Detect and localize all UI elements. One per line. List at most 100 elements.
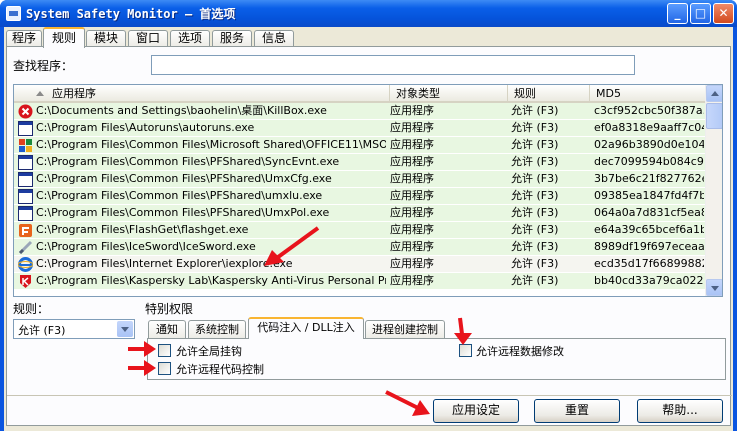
search-label: 查找程序：	[13, 59, 74, 73]
rule-select-value: 允许 (F3)	[18, 324, 66, 337]
cell-path: C:\Program Files\Common Files\Microsoft …	[36, 138, 386, 151]
cell-rule: 允许 (F3)	[511, 274, 559, 287]
column-header-rule[interactable]: 规则	[508, 85, 590, 103]
tab-code-injection[interactable]: 代码注入 / DLL注入	[248, 317, 364, 339]
cell-path: C:\Program Files\Kaspersky Lab\Kaspersky…	[36, 274, 386, 287]
permissions-panel: 允许全局挂钩 允许远程代码控制 允许远程数据修改	[147, 338, 726, 380]
tab-modules[interactable]: 模块	[86, 30, 126, 47]
cell-path: C:\Program Files\Common Files\PFShared\U…	[36, 172, 332, 185]
cell-rule: 允许 (F3)	[511, 257, 559, 270]
program-list[interactable]: 应用程序 对象类型 规则 MD5 C:\Documents and Settin…	[13, 84, 723, 297]
table-row[interactable]: C:\Program Files\IceSword\IceSword.exe 应用…	[14, 239, 706, 256]
table-row[interactable]: C:\Documents and Settings\baohelin\桌面\Ki…	[14, 103, 706, 120]
column-header-label: 应用程序	[52, 87, 96, 100]
column-header-application[interactable]: 应用程序	[14, 85, 390, 103]
list-scrollbar[interactable]	[705, 85, 722, 296]
scroll-up-button[interactable]	[706, 85, 722, 102]
global-hook-checkbox[interactable]	[158, 344, 171, 357]
tab-programs[interactable]: 程序	[6, 30, 42, 47]
global-hook-label: 允许全局挂钩	[176, 345, 242, 358]
cell-type: 应用程序	[390, 257, 434, 270]
tab-process-creation[interactable]: 进程创建控制	[365, 320, 445, 339]
table-row[interactable]: C:\Program Files\Common Files\PFShared\U…	[14, 171, 706, 188]
cell-rule: 允许 (F3)	[511, 155, 559, 168]
killbox-icon	[18, 104, 33, 119]
cell-path: C:\Program Files\Common Files\PFShared\S…	[36, 155, 340, 168]
remote-data-checkbox[interactable]	[459, 344, 472, 357]
cell-type: 应用程序	[390, 206, 434, 219]
rule-label: 规则：	[13, 302, 50, 316]
remote-code-label: 允许远程代码控制	[176, 363, 264, 376]
table-row[interactable]: C:\Program Files\Internet Explorer\iexpl…	[14, 256, 706, 273]
cell-rule: 允许 (F3)	[511, 206, 559, 219]
remote-code-checkbox[interactable]	[158, 362, 171, 375]
app-window-icon	[18, 206, 33, 221]
title-bar[interactable]: System Safety Monitor — 首选项 _ □ ✕	[0, 0, 737, 27]
app-window-icon	[18, 189, 33, 204]
search-input[interactable]	[151, 55, 635, 75]
cell-rule: 允许 (F3)	[511, 121, 559, 134]
cell-md5: bb40cd33a79ca022...	[594, 274, 704, 287]
cell-rule: 允许 (F3)	[511, 172, 559, 185]
tab-system-control[interactable]: 系统控制	[188, 320, 246, 339]
ie-icon	[17, 257, 34, 272]
minimize-button[interactable]: _	[667, 3, 688, 24]
app-window-icon	[18, 121, 33, 136]
scroll-down-button[interactable]	[706, 279, 722, 296]
remote-data-label: 允许远程数据修改	[476, 345, 564, 358]
cell-type: 应用程序	[390, 104, 434, 117]
scroll-thumb[interactable]	[706, 103, 722, 129]
table-row[interactable]: C:\Program Files\Common Files\Microsoft …	[14, 137, 706, 154]
chevron-down-icon	[711, 286, 719, 291]
tab-rules[interactable]: 规则	[43, 27, 85, 48]
table-row[interactable]: C:\Program Files\FlashGet\flashget.exe 应用…	[14, 222, 706, 239]
cell-path: C:\Documents and Settings\baohelin\桌面\Ki…	[36, 104, 327, 117]
tab-notify[interactable]: 通知	[148, 320, 186, 339]
help-button[interactable]: 帮助...	[637, 399, 723, 423]
cell-md5: 3b7be6c21f827762e...	[594, 172, 704, 185]
rule-select[interactable]: 允许 (F3)	[13, 319, 135, 339]
column-header-type[interactable]: 对象类型	[390, 85, 508, 103]
close-button[interactable]: ✕	[713, 3, 734, 24]
cell-type: 应用程序	[390, 223, 434, 236]
cell-type: 应用程序	[390, 138, 434, 151]
cell-type: 应用程序	[390, 274, 434, 287]
table-row[interactable]: C:\Program Files\Common Files\PFShared\u…	[14, 188, 706, 205]
maximize-button[interactable]: □	[690, 3, 711, 24]
cell-path: C:\Program Files\Autoruns\autoruns.exe	[36, 121, 255, 134]
reset-button[interactable]: 重置	[534, 399, 620, 423]
cell-path: C:\Program Files\IceSword\IceSword.exe	[36, 240, 256, 253]
app-window-icon	[18, 155, 33, 170]
tab-windows[interactable]: 窗口	[128, 30, 168, 47]
chevron-up-icon	[711, 91, 719, 96]
cell-rule: 允许 (F3)	[511, 223, 559, 236]
chevron-down-icon[interactable]	[117, 321, 133, 337]
cell-md5: c3cf952cbc50f387a...	[594, 104, 704, 117]
tab-info[interactable]: 信息	[254, 30, 294, 47]
cell-path: C:\Program Files\FlashGet\flashget.exe	[36, 223, 249, 236]
cell-md5: e64a39c65bcef6a1b...	[594, 223, 704, 236]
apply-button[interactable]: 应用设定	[433, 399, 519, 423]
cell-md5: 8989df19f697eceaa...	[594, 240, 704, 253]
cell-md5: 02a96b3890d0e104...	[594, 138, 704, 151]
tab-options[interactable]: 选项	[170, 30, 210, 47]
flashget-icon	[18, 223, 33, 238]
office-icon	[18, 138, 33, 153]
cell-md5: ecd35d17f66899882...	[594, 257, 704, 270]
app-window: System Safety Monitor — 首选项 _ □ ✕ 程序 规则 …	[0, 0, 737, 431]
sort-ascending-icon	[36, 91, 44, 96]
cell-path: C:\Program Files\Internet Explorer\iexpl…	[36, 257, 293, 270]
cell-md5: 064a0a7d831cf5ea8...	[594, 206, 704, 219]
table-row[interactable]: C:\Program Files\Kaspersky Lab\Kaspersky…	[14, 273, 706, 290]
table-row[interactable]: C:\Program Files\Common Files\PFShared\U…	[14, 205, 706, 222]
cell-rule: 允许 (F3)	[511, 240, 559, 253]
cell-type: 应用程序	[390, 121, 434, 134]
table-row[interactable]: C:\Program Files\Autoruns\autoruns.exe 应用…	[14, 120, 706, 137]
cell-md5: ef0a8318e9aaff7c04...	[594, 121, 704, 134]
tab-services[interactable]: 服务	[212, 30, 252, 47]
rules-panel: 查找程序： 应用程序 对象类型 规则 MD5 C:\Documents and …	[6, 46, 732, 426]
column-header-md5[interactable]: MD5	[590, 85, 706, 103]
cell-type: 应用程序	[390, 240, 434, 253]
table-row[interactable]: C:\Program Files\Common Files\PFShared\S…	[14, 154, 706, 171]
client-area: 程序 规则 模块 窗口 选项 服务 信息 查找程序： 应用程序 对象类型 规则 …	[4, 27, 733, 431]
